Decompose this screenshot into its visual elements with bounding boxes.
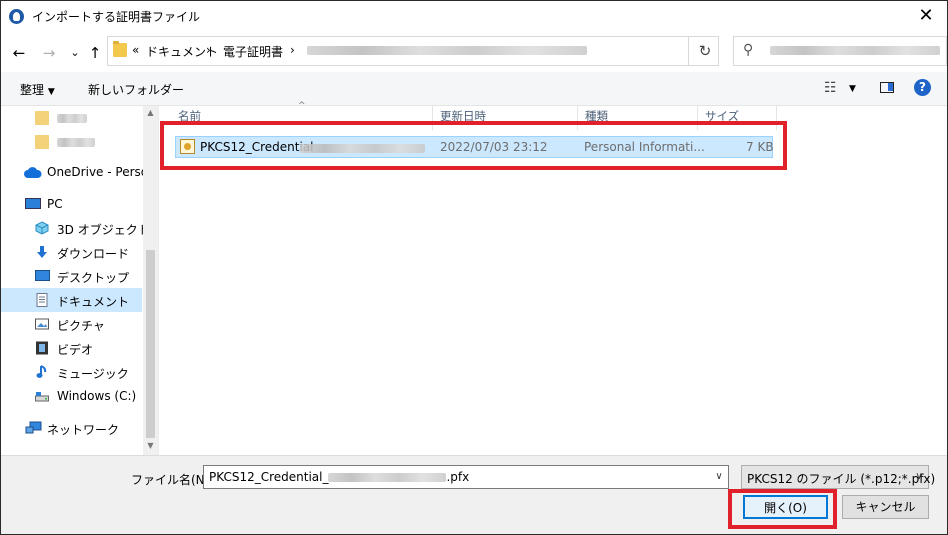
nav-label: ピクチャ <box>57 319 105 333</box>
organize-caret-icon: ▼ <box>47 87 55 97</box>
forward-arrow-icon[interactable]: → <box>38 42 60 64</box>
nav-item-pc[interactable]: PC <box>1 192 142 216</box>
cloud-icon <box>24 167 42 178</box>
document-icon <box>36 293 48 307</box>
annotation-highlight-file <box>160 121 787 170</box>
view-options-icon[interactable]: ☷ <box>824 80 837 96</box>
computer-icon <box>25 198 41 209</box>
music-note-icon <box>36 365 47 378</box>
organize-button[interactable]: 整理 ▼ <box>20 81 55 98</box>
close-button[interactable]: ✕ <box>906 1 946 31</box>
filename-prefix: PKCS12_Credential_ <box>209 470 329 484</box>
redacted-label <box>57 114 87 123</box>
up-arrow-icon[interactable]: ↑ <box>84 42 106 64</box>
nav-item-documents[interactable]: ドキュメント <box>1 288 142 312</box>
nav-label: ミュージック <box>57 367 129 381</box>
nav-label: ダウンロード <box>57 247 130 261</box>
certificate-dialog-icon <box>9 9 24 24</box>
preview-pane-icon[interactable] <box>880 82 894 93</box>
breadcrumb-overflow[interactable]: « <box>132 43 139 57</box>
window-title: インポートする証明書ファイル <box>32 10 201 24</box>
folder-icon <box>113 41 127 57</box>
redacted-label <box>57 138 95 147</box>
filename-value: PKCS12_Credential_ .pfx <box>209 470 469 484</box>
new-folder-button[interactable]: 新しいフォルダー <box>88 81 184 98</box>
nav-label: デスクトップ <box>57 271 130 285</box>
download-arrow-icon <box>37 246 47 258</box>
scroll-down-icon[interactable]: ▼ <box>143 441 158 450</box>
film-icon <box>36 341 48 355</box>
nav-item-downloads[interactable]: ダウンロード <box>1 240 142 264</box>
filter-dropdown-icon[interactable]: ∨ <box>910 466 928 488</box>
network-icon <box>25 421 42 434</box>
nav-label: PC <box>47 197 63 211</box>
nav-label: ネットワーク <box>47 423 120 437</box>
filename-dropdown-icon[interactable]: ∨ <box>710 466 728 488</box>
annotation-highlight-open <box>728 489 837 529</box>
redacted-filename <box>328 473 447 482</box>
breadcrumb-separator[interactable]: › <box>290 43 295 57</box>
folder-icon <box>35 135 49 149</box>
nav-label: ドキュメント <box>57 295 130 309</box>
recent-locations-chevron-icon[interactable]: ⌄ <box>64 42 86 64</box>
breadcrumb-e-certificate[interactable]: 電子証明書 <box>223 43 283 60</box>
nav-item-redacted[interactable] <box>1 130 142 154</box>
folder-icon <box>35 111 49 125</box>
nav-item-onedrive[interactable]: OneDrive - Person <box>1 160 156 184</box>
address-divider <box>688 36 689 66</box>
organize-label: 整理 <box>20 83 45 97</box>
nav-label: OneDrive - Person <box>47 165 156 179</box>
desktop-icon <box>35 270 50 281</box>
nav-item-windows-c[interactable]: Windows (C:) <box>1 384 142 408</box>
nav-label: Windows (C:) <box>57 389 137 403</box>
filename-suffix: .pfx <box>446 470 470 484</box>
filename-label: ファイル名(N): <box>131 473 214 487</box>
nav-item-3d-objects[interactable]: 3D オブジェクト <box>1 216 150 240</box>
view-caret-icon[interactable]: ▼ <box>849 84 856 94</box>
nav-item-redacted[interactable] <box>1 106 142 130</box>
help-icon[interactable]: ? <box>914 79 931 96</box>
redacted-search-placeholder <box>770 46 940 55</box>
nav-item-desktop[interactable]: デスクトップ <box>1 264 142 288</box>
drive-icon <box>35 392 49 402</box>
file-type-filter-value: PKCS12 のファイル (*.p12;*.pfx) <box>747 472 936 486</box>
picture-icon <box>35 318 49 330</box>
scroll-up-icon[interactable]: ▲ <box>143 108 158 117</box>
nav-item-music[interactable]: ミュージック <box>1 360 142 384</box>
back-arrow-icon[interactable]: ← <box>8 42 30 64</box>
breadcrumb-separator[interactable]: › <box>206 43 211 57</box>
nav-label: 3D オブジェクト <box>57 223 150 237</box>
cube-icon <box>35 221 49 235</box>
pane-divider[interactable] <box>158 106 159 455</box>
search-icon: ⚲ <box>743 42 754 58</box>
nav-label: ビデオ <box>57 343 94 357</box>
nav-item-network[interactable]: ネットワーク <box>1 416 142 440</box>
redacted-folder-name <box>307 46 587 55</box>
sort-ascending-icon: ^ <box>298 101 306 111</box>
scrollbar-thumb[interactable] <box>146 250 155 438</box>
cancel-button[interactable]: キャンセル <box>842 495 929 519</box>
nav-item-pictures[interactable]: ピクチャ <box>1 312 142 336</box>
refresh-icon[interactable]: ↻ <box>694 40 716 62</box>
nav-item-videos[interactable]: ビデオ <box>1 336 142 360</box>
